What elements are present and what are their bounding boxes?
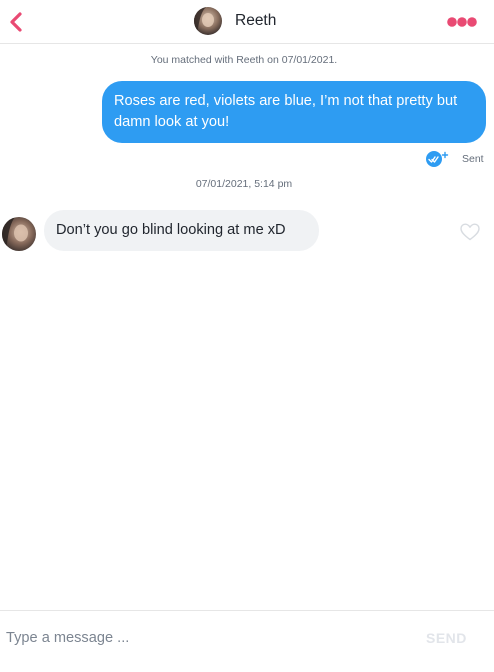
incoming-message-bubble[interactable]: Don’t you go blind looking at me xD: [44, 210, 319, 251]
chevron-left-icon: [10, 12, 22, 32]
message-input[interactable]: [6, 623, 406, 653]
double-check-icon: [426, 151, 449, 167]
header-title: Reeth: [235, 12, 277, 29]
sender-avatar[interactable]: [2, 217, 36, 251]
send-button[interactable]: SEND: [426, 630, 467, 646]
sent-status-label: Sent: [462, 153, 484, 165]
outgoing-message-bubble[interactable]: Roses are red, violets are blue, I’m not…: [102, 81, 486, 143]
match-note: You matched with Reeth on 07/01/2021.: [150, 54, 338, 66]
more-dots-icon: [447, 17, 477, 27]
message-composer: SEND: [0, 610, 494, 672]
more-options-button[interactable]: [445, 12, 479, 32]
back-button[interactable]: [6, 8, 32, 36]
like-message-button[interactable]: [459, 222, 481, 242]
avatar[interactable]: [194, 7, 222, 35]
message-status: Sent: [420, 150, 484, 168]
message-timestamp: 07/01/2021, 5:14 pm: [195, 178, 293, 190]
match-profile-link[interactable]: Reeth: [194, 6, 276, 36]
heart-outline-icon: [460, 223, 480, 241]
chat-header: Reeth: [0, 0, 494, 44]
